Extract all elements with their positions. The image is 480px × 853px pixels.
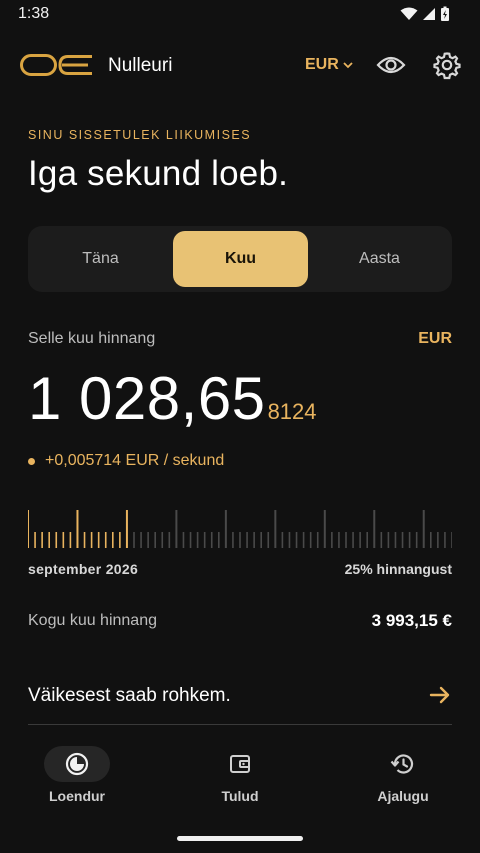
progress-month: september 2026 — [28, 561, 139, 577]
hero-eyebrow: SINU SISSETULEK LIIKUMISES — [28, 128, 252, 142]
status-icons — [400, 6, 450, 22]
nav-pill — [207, 746, 273, 782]
app-title: Nulleuri — [108, 55, 173, 76]
nav-pill — [44, 746, 110, 782]
nav-label-tulud: Tulud — [221, 788, 259, 804]
bottom-navigation: Loendur Tulud Ajalugu — [0, 740, 480, 820]
app-logo-icon — [20, 54, 92, 76]
visibility-toggle-eye-icon[interactable] — [376, 52, 406, 78]
nav-item-ajalugu[interactable]: Ajalugu — [343, 740, 463, 812]
app-bar: Nulleuri EUR — [0, 44, 480, 88]
estimate-amount-main: 1 028,65 — [28, 365, 266, 432]
rate-dot-icon — [28, 457, 35, 465]
tab-year[interactable]: Aasta — [312, 231, 447, 287]
status-time: 1:38 — [18, 5, 50, 22]
progress-percent: 25% hinnangust — [344, 561, 452, 577]
timer-icon — [65, 752, 89, 776]
estimate-amount: 1 028,65 8124 — [28, 364, 317, 433]
status-bar: 1:38 — [0, 0, 480, 28]
tab-month[interactable]: Kuu — [173, 231, 308, 287]
chevron-down-icon — [343, 62, 353, 69]
tab-today[interactable]: Täna — [33, 231, 168, 287]
signal-icon — [423, 8, 435, 20]
rate-per-second: +0,005714 EUR / sekund — [45, 452, 225, 469]
history-icon — [390, 754, 414, 774]
nav-label-loendur: Loendur — [49, 788, 105, 804]
total-value: 3 993,15 € — [371, 611, 452, 630]
wallet-icon — [230, 755, 250, 773]
rate-row: +0,005714 EUR / sekund — [28, 452, 224, 470]
divider — [28, 724, 452, 725]
arrow-right-icon[interactable] — [428, 683, 452, 707]
total-label: Kogu kuu hinnang — [28, 612, 157, 629]
estimate-label: Selle kuu hinnang — [28, 330, 156, 347]
estimate-currency: EUR — [418, 330, 452, 347]
month-progress-ticks — [28, 510, 452, 548]
currency-selector[interactable]: EUR — [305, 56, 353, 74]
wifi-icon — [400, 7, 418, 20]
page-title: Iga sekund loeb. — [28, 154, 289, 193]
nav-label-ajalugu: Ajalugu — [377, 788, 429, 804]
battery-icon — [441, 6, 449, 21]
currency-selector-label: EUR — [305, 56, 339, 73]
period-tabs: Täna Kuu Aasta — [28, 226, 452, 292]
home-indicator — [177, 836, 303, 841]
promo-link[interactable]: Väikesest saab rohkem. — [28, 685, 231, 707]
nav-item-tulud[interactable]: Tulud — [180, 740, 300, 812]
nav-pill — [370, 746, 436, 782]
nav-item-loendur[interactable]: Loendur — [28, 740, 148, 812]
estimate-amount-fraction: 8124 — [267, 399, 317, 424]
settings-gear-icon[interactable] — [432, 50, 462, 80]
